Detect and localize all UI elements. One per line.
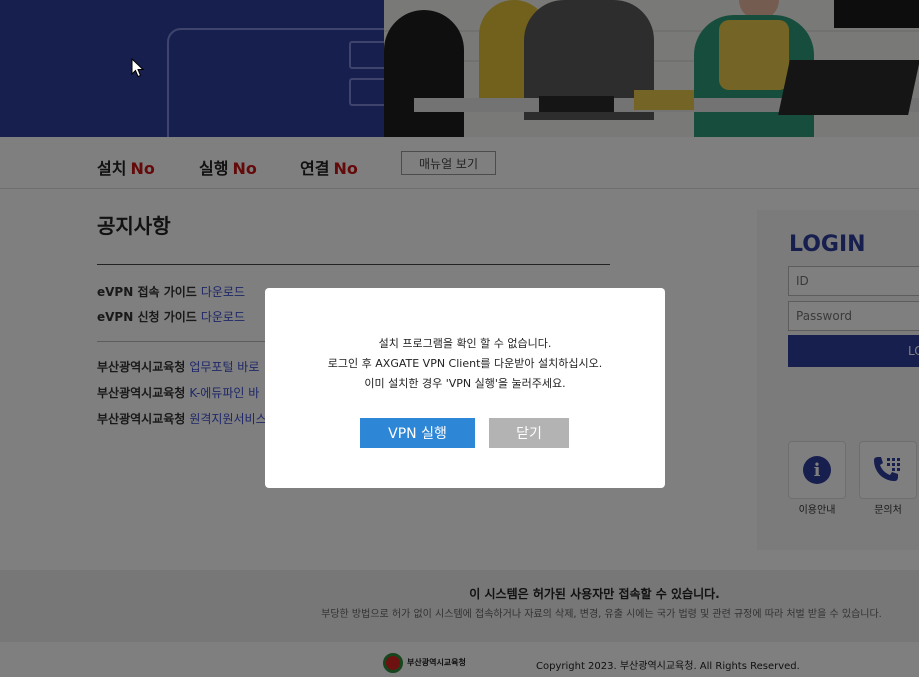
- mouse-cursor-icon: [131, 58, 145, 78]
- install-check-dialog: 설치 프로그램을 확인 할 수 없습니다. 로그인 후 AXGATE VPN C…: [265, 288, 665, 488]
- dialog-message-line2: 로그인 후 AXGATE VPN Client를 다운받아 설치하십시오.: [327, 357, 603, 370]
- vpn-run-button[interactable]: VPN 실행: [360, 418, 475, 448]
- dialog-message-line1: 설치 프로그램을 확인 할 수 없습니다.: [378, 337, 552, 350]
- dialog-message-line3: 이미 설치한 경우 'VPN 실행'을 눌러주세요.: [364, 377, 566, 390]
- close-button[interactable]: 닫기: [489, 418, 569, 448]
